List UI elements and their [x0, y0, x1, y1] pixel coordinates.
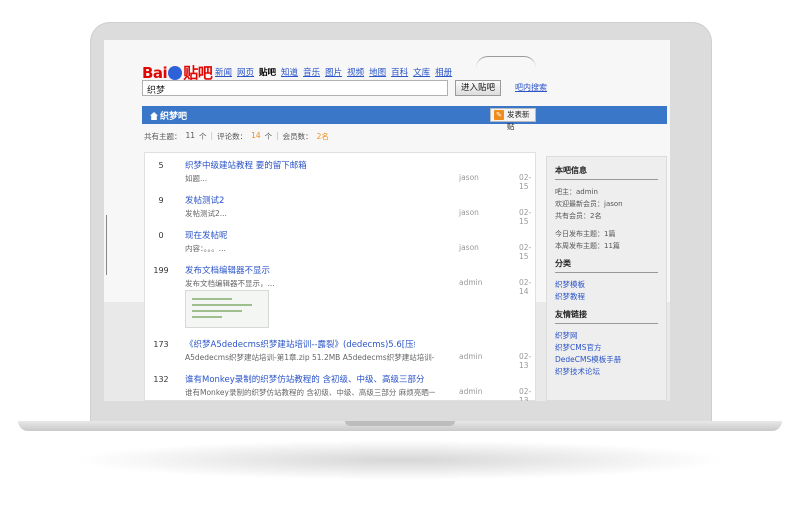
thread-excerpt: 如题...: [185, 174, 208, 183]
pen-icon: ✎: [494, 110, 504, 120]
friend-link[interactable]: DedeCMS模板手册: [555, 354, 658, 366]
thread-author[interactable]: admin: [459, 278, 483, 287]
thread-author[interactable]: admin: [459, 387, 483, 396]
thread-excerpt: 发布文档编辑器不显示，...: [185, 279, 275, 288]
nav-link-tieba: 贴吧: [259, 68, 277, 78]
thread-date: 02-15: [519, 173, 532, 191]
nav-link-web[interactable]: 网页: [237, 66, 254, 78]
nav-link-music[interactable]: 音乐: [303, 66, 320, 78]
friend-link[interactable]: 织梦网: [555, 330, 658, 342]
topics-value: 11: [185, 131, 196, 140]
nav-link-news[interactable]: 新闻: [215, 66, 232, 78]
nav-link-baike[interactable]: 百科: [391, 66, 408, 78]
forum-header-bar: 织梦吧 ✎ 发表新贴: [142, 106, 667, 131]
in-forum-search-link[interactable]: 吧内搜索: [515, 82, 547, 93]
forum-sidebar: 本吧信息 吧主：admin 欢迎最新会员：jason 共有会员：2名 今日发布主…: [546, 156, 667, 401]
forum-info-line: 共有会员：2名: [555, 212, 602, 220]
forum-info-line: 本周发布主题：11篇: [555, 242, 620, 250]
forum-title-text: 织梦吧: [160, 112, 188, 122]
thread-title[interactable]: 发帖测试2: [185, 194, 224, 206]
thread-date: 02-13: [519, 387, 532, 401]
replies-value: 14: [251, 131, 261, 140]
reply-count: 0: [158, 231, 164, 240]
friend-link[interactable]: 织梦CMS官方: [555, 342, 658, 354]
category-heading: 分类: [555, 258, 658, 273]
thread-author[interactable]: admin: [459, 352, 483, 361]
reply-count: 199: [153, 266, 169, 275]
category-link[interactable]: 织梦模板: [555, 279, 658, 291]
thread-author[interactable]: jason: [459, 243, 479, 252]
search-input[interactable]: 织梦: [142, 80, 448, 96]
members-value: 2名: [316, 132, 329, 141]
thread-list: 5 织梦中级建站教程 要的留下邮箱 如题... jason 02-15 9 发帖…: [144, 152, 536, 401]
new-post-button[interactable]: ✎ 发表新贴: [490, 108, 536, 131]
mockup-stage: Bai 贴吧 新闻 网页 贴吧 知道 音乐 图片 视频 地图 百科 文库 相册 织…: [0, 0, 800, 512]
reply-count: 132: [153, 375, 169, 384]
thread-title[interactable]: 织梦中级建站教程 要的留下邮箱: [185, 159, 307, 171]
paw-icon: [168, 66, 183, 80]
plant-decoration: [106, 215, 134, 275]
reply-count: 5: [158, 161, 164, 170]
replies-label: 评论数：: [217, 132, 248, 141]
enter-tieba-button[interactable]: 进入贴吧: [455, 80, 501, 96]
nav-link-wenku[interactable]: 文库: [413, 66, 430, 78]
thread-excerpt: 发帖测试2...: [185, 209, 227, 218]
members-label: 会员数：: [282, 132, 313, 141]
forum-info-heading: 本吧信息: [555, 165, 658, 180]
thread-title[interactable]: 现在发帖呢: [185, 229, 228, 241]
thread-image-thumbnail[interactable]: [185, 290, 269, 328]
new-post-label: 发表新贴: [507, 110, 530, 131]
screen: Bai 贴吧 新闻 网页 贴吧 知道 音乐 图片 视频 地图 百科 文库 相册 织…: [104, 40, 670, 401]
laptop-notch: [345, 421, 455, 426]
thread-date: 02-15: [519, 243, 532, 261]
friend-links-heading: 友情链接: [555, 309, 658, 324]
thread-author[interactable]: jason: [459, 173, 479, 182]
thread-excerpt: A5dedecms织梦建站培训-第1章.zip 51.2MB A5dedecms…: [185, 353, 435, 362]
friend-link[interactable]: 织梦技术论坛: [555, 366, 658, 378]
forum-info-line: 吧主：admin: [555, 188, 598, 196]
nav-link-zhidao[interactable]: 知道: [281, 66, 298, 78]
thread-title[interactable]: 发布文档编辑器不显示: [185, 264, 270, 276]
reply-count: 9: [158, 196, 164, 205]
thread-title[interactable]: 谁有Monkey录制的织梦仿站教程的 含初级、中级、高级三部分: [185, 373, 440, 385]
category-link[interactable]: 织梦教程: [555, 291, 658, 303]
topics-label: 共有主题：: [144, 132, 182, 141]
thread-excerpt: 谁有Monkey录制的织梦仿站教程的 含初级、中级、高级三部分 麻烦亮晒一下 只…: [185, 388, 435, 397]
topics-unit: 个: [199, 132, 207, 141]
nav-link-map[interactable]: 地图: [369, 66, 386, 78]
nav-link-video[interactable]: 视频: [347, 66, 364, 78]
thread-excerpt: 内容：。。。...: [185, 244, 226, 253]
forum-title[interactable]: 织梦吧: [150, 109, 187, 122]
thread-title[interactable]: 《织梦A5dedecms织梦建站培训--露裂》(dedecms)5.6[压缩包]: [185, 338, 415, 350]
thread-date: 02-13: [519, 352, 532, 370]
nav-link-images[interactable]: 图片: [325, 66, 342, 78]
nav-link-album[interactable]: 相册: [435, 66, 452, 78]
forum-info-line: 今日发布主题：1篇: [555, 230, 616, 238]
thread-author[interactable]: jason: [459, 208, 479, 217]
thread-date: 02-15: [519, 208, 532, 226]
thread-date: 02-14: [519, 278, 532, 296]
replies-unit: 个: [264, 132, 273, 141]
reply-count: 173: [153, 340, 169, 349]
forum-stats: 共有主题： 11 个 | 评论数： 14 个 | 会员数： 2名: [144, 131, 329, 142]
forum-info-line: 欢迎最新会员：jason: [555, 200, 623, 208]
page-wrap: Bai 贴吧 新闻 网页 贴吧 知道 音乐 图片 视频 地图 百科 文库 相册 织…: [142, 40, 667, 401]
home-icon: [150, 112, 158, 120]
divider: |: [276, 131, 279, 140]
divider: |: [210, 131, 214, 140]
top-nav: 新闻 网页 贴吧 知道 音乐 图片 视频 地图 百科 文库 相册: [215, 66, 452, 78]
laptop-shadow: [70, 440, 730, 480]
